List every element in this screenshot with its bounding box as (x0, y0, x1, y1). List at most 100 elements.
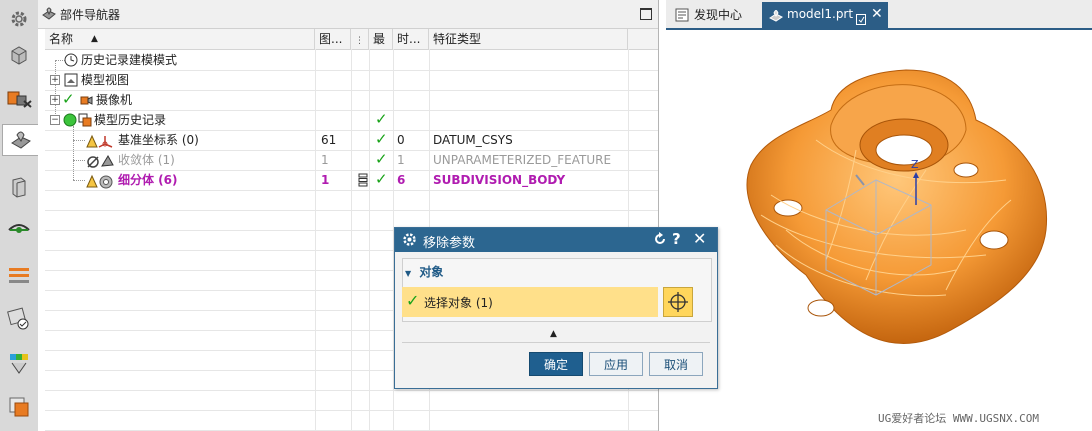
tab-discovery-center[interactable]: 发现中心 (672, 4, 742, 26)
reset-icon[interactable] (653, 232, 667, 249)
tree-row-label: 摄像机 (96, 93, 133, 107)
column-name[interactable]: 名称 ▲ (45, 29, 315, 49)
column-image[interactable]: 图... (315, 29, 351, 49)
tree-row-subdivision-body[interactable]: 细分体 (6) 1 ✓ 6 SUBDIVISION_BODY (45, 170, 658, 191)
column-uptodate[interactable]: ⋮ (351, 29, 369, 49)
document-tab-bar: 发现中心 model1.prt ✕ (666, 0, 1092, 30)
tree-row-history-mode[interactable]: 历史记录建模模式 (45, 50, 658, 71)
tree-row-label: 模型历史记录 (94, 113, 167, 127)
dialog-title-bar[interactable]: 移除参数 ? ✕ (395, 228, 717, 252)
dependency-icon (358, 171, 368, 191)
column-latest[interactable]: 最 (369, 29, 393, 49)
part-navigator-title-icon (42, 6, 56, 23)
cancel-button[interactable]: 取消 (649, 352, 703, 376)
view-eye-icon[interactable] (4, 214, 34, 244)
image-count: 1 (321, 153, 329, 167)
collapse-icon[interactable]: − (50, 115, 60, 125)
model-history-icon (78, 111, 92, 131)
checkmark-icon: ✓ (406, 291, 420, 310)
expand-more-icon[interactable]: ▲ (550, 329, 557, 339)
book-icon[interactable] (4, 172, 34, 202)
empty-row (45, 190, 658, 211)
tree-row-label: 模型视图 (81, 73, 130, 87)
latest-check-icon: ✓ (375, 110, 388, 128)
remove-parameters-dialog: 移除参数 ? ✕ ▼ 对象 ✓ 选择对象 (1) ▲ 确定 应用 取消 (394, 227, 718, 389)
column-filler (628, 29, 658, 49)
empty-row (45, 410, 658, 431)
resource-bar (0, 0, 39, 431)
latest-check-icon: ✓ (375, 170, 388, 188)
watermark: UG爱好者论坛 WWW.UGSNX.COM (878, 412, 1039, 425)
tree-row-converged-body[interactable]: 收敛体 (1) 1 ✓ 1 UNPARAMETERIZED_FEATURE (45, 150, 658, 171)
assembly-icon[interactable] (4, 84, 34, 114)
part-cube-icon[interactable] (4, 40, 34, 70)
tree-row-label: 历史记录建模模式 (81, 53, 178, 67)
model-views-icon (64, 71, 78, 91)
help-icon[interactable]: ? (672, 230, 681, 248)
empty-row (45, 390, 658, 411)
graphics-window[interactable]: 发现中心 model1.prt ✕ Z (666, 0, 1092, 431)
time-stamp: 1 (397, 153, 405, 167)
tree-row-label: 细分体 (6) (118, 173, 178, 187)
tab-label: model1.prt (787, 7, 854, 21)
navigator-column-header: 名称 ▲ 图... ⋮ 最 时... 特征类型 (45, 29, 658, 50)
model-viewport[interactable]: Z (666, 30, 1092, 408)
subdivision-body-icon (85, 171, 115, 191)
roles-icon[interactable] (4, 304, 34, 334)
image-count: 61 (321, 133, 337, 147)
part-file-icon (768, 7, 784, 32)
dialog-title: 移除参数 (423, 236, 476, 251)
tree-row-cameras[interactable]: + ✓ 摄像机 (45, 90, 658, 111)
tree-row-datum-csys[interactable]: 基准坐标系 (0) 61 ✓ 0 DATUM_CSYS (45, 130, 658, 151)
tab-model1-prt[interactable]: model1.prt ✕ (762, 2, 888, 28)
apply-button[interactable]: 应用 (589, 352, 643, 376)
camera-icon (79, 91, 93, 111)
column-name-label: 名称 (49, 32, 74, 46)
tab-label: 发现中心 (694, 8, 743, 22)
collapse-group-icon[interactable]: ▼ (405, 269, 411, 278)
palette-icon[interactable] (4, 348, 34, 378)
group-header[interactable]: ▼ 对象 (405, 263, 443, 280)
column-time[interactable]: 时... (393, 29, 429, 49)
green-status-icon (63, 111, 77, 131)
color-icon[interactable] (4, 392, 34, 422)
image-count: 1 (321, 173, 330, 187)
select-object-row[interactable]: ✓ 选择对象 (1) (402, 287, 658, 317)
close-icon[interactable]: ✕ (693, 229, 706, 248)
ok-button[interactable]: 确定 (529, 352, 583, 376)
latest-check-icon: ✓ (375, 130, 388, 148)
group-label: 对象 (419, 265, 444, 279)
converged-body-icon (85, 151, 115, 171)
column-uptodate-icon: ⋮ (355, 36, 364, 46)
maximize-icon[interactable] (640, 8, 652, 20)
time-stamp: 0 (397, 133, 405, 147)
tree-row-model-views[interactable]: + 模型视图 (45, 70, 658, 91)
tree-row-model-history[interactable]: − 模型历史记录 ✓ (45, 110, 658, 131)
close-tab-icon[interactable]: ✕ (871, 2, 883, 27)
datum-csys-icon (85, 131, 115, 151)
checkmark-icon[interactable]: ✓ (62, 89, 75, 109)
feature-type: UNPARAMETERIZED_FEATURE (433, 153, 612, 167)
time-stamp: 6 (397, 173, 406, 187)
feature-type: SUBDIVISION_BODY (433, 173, 566, 187)
discovery-center-icon (674, 7, 690, 30)
select-object-label: 选择对象 (1) (424, 296, 493, 310)
gear-icon (402, 232, 417, 250)
subdivision-body-model[interactable] (746, 69, 1048, 344)
tree-row-label: 收敛体 (1) (118, 153, 175, 167)
expand-icon[interactable]: + (50, 95, 60, 105)
sort-ascending-icon: ▲ (91, 34, 98, 44)
history-icon[interactable] (4, 260, 34, 290)
latest-check-icon: ✓ (375, 150, 388, 168)
navigator-title: 部件导航器 (60, 8, 121, 22)
column-feature-type[interactable]: 特征类型 (429, 29, 628, 49)
z-axis-label: Z (911, 158, 919, 171)
divider (402, 342, 710, 343)
feature-type: DATUM_CSYS (433, 133, 513, 147)
navigator-title-bar: 部件导航器 (38, 0, 658, 29)
expand-icon[interactable]: + (50, 75, 60, 85)
crosshair-select-button[interactable] (663, 287, 693, 317)
clock-icon (64, 51, 78, 71)
settings-icon[interactable] (4, 4, 34, 34)
part-navigator-icon[interactable] (2, 124, 38, 156)
